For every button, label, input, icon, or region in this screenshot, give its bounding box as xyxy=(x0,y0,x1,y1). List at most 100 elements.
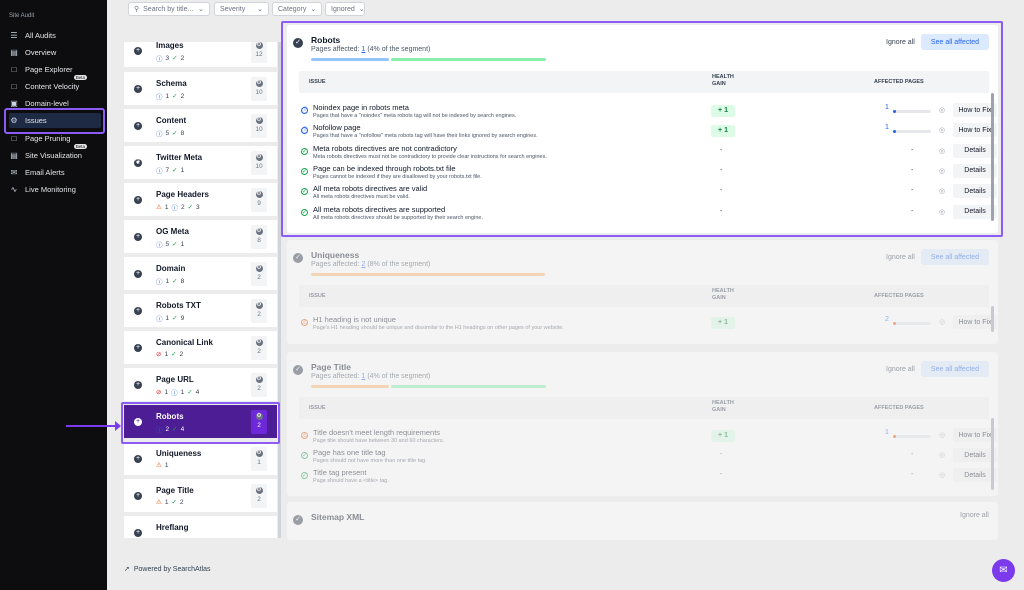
sidebar-title: Site Audit xyxy=(9,13,35,19)
category-name: Page Headers xyxy=(156,190,209,199)
category-count: 1 xyxy=(165,314,170,322)
category-item-page-headers[interactable]: + Page Headers ⚠ 1 ⓘ 2 ✓ 3 ⚙ 9 xyxy=(124,183,277,217)
ok-icon: ✓ xyxy=(172,93,178,100)
gear-icon: ⚙ xyxy=(255,117,263,124)
expand-icon[interactable]: + xyxy=(134,529,142,537)
category-item-page-title[interactable]: + Page Title ⚠ 1 ✓ 2 ⚙ 2 xyxy=(124,479,277,513)
category-count: 1 xyxy=(164,350,169,358)
eye-slash-icon[interactable]: ◎ xyxy=(939,318,945,326)
eye-slash-icon[interactable]: ◎ xyxy=(939,451,945,459)
category-meta: ⓘ 1 ✓ 2 xyxy=(156,91,184,102)
category-item-og-meta[interactable]: + OG Meta ⓘ 5 ✓ 1 ⚙ 8 xyxy=(124,220,277,254)
panel-title: Page Title xyxy=(311,362,351,372)
category-item-page-url[interactable]: + Page URL ⊘ 1 ⓘ 1 ✓ 4 ⚙ 2 xyxy=(124,368,277,402)
category-name: Images xyxy=(156,42,184,50)
warn-icon: ⚠ xyxy=(156,204,162,211)
expand-icon[interactable]: + xyxy=(134,233,142,241)
category-name: Uniqueness xyxy=(156,449,202,458)
gear-icon: ⚙ xyxy=(255,376,263,383)
info-icon: ⓘ xyxy=(156,94,163,101)
category-meta: ⓘ 5 ✓ 8 xyxy=(156,128,184,139)
issue-title: Title doesn't meet length requirements xyxy=(313,428,441,437)
category-item-robots-txt[interactable]: + Robots TXT ⓘ 1 ✓ 9 ⚙ 2 xyxy=(124,294,277,328)
gear-icon: ⚙ xyxy=(255,228,263,235)
table-scrollbar[interactable] xyxy=(991,306,994,332)
ignore-all-button[interactable]: Ignore all xyxy=(886,254,915,261)
list-icon: ☰ xyxy=(10,31,18,40)
gear-icon: ⚙ xyxy=(255,191,263,198)
sidebar-item-site-visualization[interactable]: ▤ Site Visualization Beta xyxy=(9,144,101,163)
category-meta: ⓘ 7 ✓ 1 xyxy=(156,165,184,176)
ignore-all-button[interactable]: Ignore all xyxy=(960,512,989,519)
expand-icon[interactable]: + xyxy=(134,492,142,500)
file-icon: □ xyxy=(11,134,17,143)
sitemap-panel: ✓ Sitemap XML Ignore all xyxy=(287,502,998,540)
issues-highlight-box xyxy=(4,108,105,134)
check-icon[interactable]: ✓ xyxy=(293,515,303,525)
info-icon: ⓘ xyxy=(156,56,163,63)
affected-pages-value: - xyxy=(911,471,914,478)
sidebar-item-overview[interactable]: ▤ Overview xyxy=(9,45,101,60)
category-item-images[interactable]: + Images ⓘ 3 ✓ 2 ⚙ 12 xyxy=(124,42,277,68)
sidebar-item-content-velocity[interactable]: □ Content Velocity Beta xyxy=(9,75,101,94)
issue-row: ⚠ H1 heading is not unique Page's H1 headi… xyxy=(299,314,997,334)
sidebar-item-all-audits[interactable]: ☰ All Audits xyxy=(9,28,101,43)
expand-icon[interactable]: + xyxy=(134,122,142,130)
ignore-all-button[interactable]: Ignore all xyxy=(886,366,915,373)
expand-icon[interactable]: + xyxy=(134,455,142,463)
ignored-dropdown[interactable]: Ignored ⌄ xyxy=(325,2,365,16)
issue-description: Page title should have between 30 and 60… xyxy=(313,438,445,444)
affected-pages-link[interactable]: 2 xyxy=(885,316,889,323)
pointer-arrow xyxy=(66,421,121,431)
sidebar-item-email-alerts[interactable]: ✉ Email Alerts xyxy=(9,165,101,180)
category-item-schema[interactable]: + Schema ⓘ 1 ✓ 2 ⚙ 10 xyxy=(124,72,277,106)
check-icon[interactable]: ✓ xyxy=(293,253,303,263)
issue-description: Pages should not have more than one titl… xyxy=(313,458,427,464)
category-count: 1 xyxy=(165,277,170,285)
info-icon: ⓘ xyxy=(156,242,163,249)
ok-icon: ✓ xyxy=(301,472,308,479)
affected-pages-link[interactable]: 1 xyxy=(885,429,889,436)
expand-icon[interactable]: + xyxy=(134,47,142,55)
category-item-content[interactable]: + Content ⓘ 5 ✓ 8 ⚙ 10 xyxy=(124,109,277,143)
category-count: 3 xyxy=(165,54,170,62)
sidebar-item-label: Content Velocity xyxy=(25,82,80,91)
info-icon: ⓘ xyxy=(156,279,163,286)
expand-icon[interactable]: + xyxy=(134,307,142,315)
see-all-affected-button[interactable]: See all affected xyxy=(921,361,989,377)
check-icon[interactable]: ✓ xyxy=(293,365,303,375)
category-count: 1 xyxy=(164,461,169,469)
category-name: Canonical Link xyxy=(156,338,213,347)
category-item-domain[interactable]: + Domain ⓘ 1 ✓ 8 ⚙ 2 xyxy=(124,257,277,291)
expand-icon[interactable]: ❦ xyxy=(134,159,142,167)
search-input[interactable]: ⚲ Search by title... ⌄ xyxy=(128,2,210,16)
expand-icon[interactable]: + xyxy=(134,85,142,93)
expand-icon[interactable]: + xyxy=(134,270,142,278)
affected-pages-bar xyxy=(893,322,931,325)
category-item-canonical-link[interactable]: + Canonical Link ⊘ 1 ✓ 2 ⚙ 2 xyxy=(124,331,277,365)
health-gain-value: - xyxy=(720,451,723,458)
category-item-hreflang[interactable]: + Hreflang xyxy=(124,516,277,538)
expand-icon[interactable]: + xyxy=(134,196,142,204)
sidebar-item-page-explorer[interactable]: □ Page Explorer xyxy=(9,62,101,77)
category-count: 5 xyxy=(165,129,170,137)
category-dropdown[interactable]: Category ⌄ xyxy=(272,2,322,16)
eye-slash-icon[interactable]: ◎ xyxy=(939,431,945,439)
see-all-affected-button[interactable]: See all affected xyxy=(921,249,989,265)
category-total-badge: ⚙ 10 xyxy=(251,77,267,101)
expand-icon[interactable]: + xyxy=(134,344,142,352)
category-count: 1 xyxy=(164,203,169,211)
severity-dropdown[interactable]: Severity ⌄ xyxy=(214,2,269,16)
eye-slash-icon[interactable]: ◎ xyxy=(939,471,945,479)
table-scrollbar[interactable] xyxy=(991,418,994,490)
chat-button[interactable]: ✉ xyxy=(992,559,1015,582)
ok-icon: ✓ xyxy=(301,452,308,459)
category-item-twitter-meta[interactable]: ❦ Twitter Meta ⓘ 7 ✓ 1 ⚙ 10 xyxy=(124,146,277,180)
category-name: Domain xyxy=(156,264,186,273)
category-count: 4 xyxy=(195,388,200,396)
category-name: Content xyxy=(156,116,187,125)
sidebar-item-live-monitoring[interactable]: ∿ Live Monitoring xyxy=(9,182,101,197)
category-item-uniqueness[interactable]: + Uniqueness ⚠ 1 ⚙ 1 xyxy=(124,442,277,476)
category-count: 1 xyxy=(164,388,169,396)
expand-icon[interactable]: + xyxy=(134,381,142,389)
